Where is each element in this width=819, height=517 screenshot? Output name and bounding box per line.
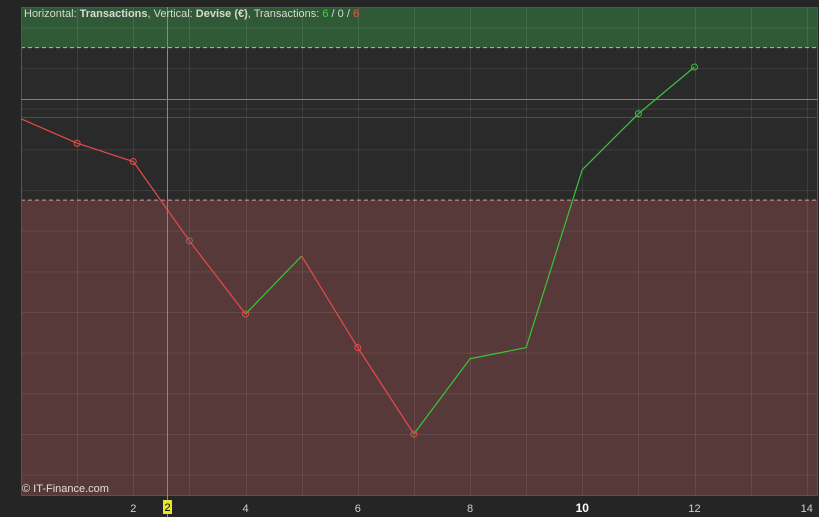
copyright-label: © IT-Finance.com (22, 483, 109, 495)
cursor-label: 2 (164, 502, 170, 514)
x-tick-label: 2 (130, 503, 136, 515)
transactions-label: , Transactions: (247, 8, 323, 20)
vertical-value: Devise (€) (195, 8, 248, 20)
x-tick-label: 14 (801, 503, 813, 515)
x-tick-label: 6 (355, 503, 361, 515)
horizontal-label: Horizontal: (24, 8, 80, 20)
x-tick-label: 10 (576, 501, 590, 515)
x-tick-label: 12 (688, 503, 700, 515)
x-tick-label: 8 (467, 503, 473, 515)
separator: / (328, 8, 338, 20)
loss-zone (21, 200, 818, 495)
separator: / (343, 8, 353, 20)
equity-chart: 2 4 6 8 10 12 14 2 (0, 0, 819, 517)
horizontal-value: Transactions (79, 8, 148, 20)
chart-header: Horizontal: Transactions, Vertical: Devi… (24, 8, 359, 20)
x-tick-label: 4 (242, 503, 248, 515)
vertical-label: , Vertical: (147, 8, 196, 20)
loss-count: 6 (352, 8, 360, 20)
